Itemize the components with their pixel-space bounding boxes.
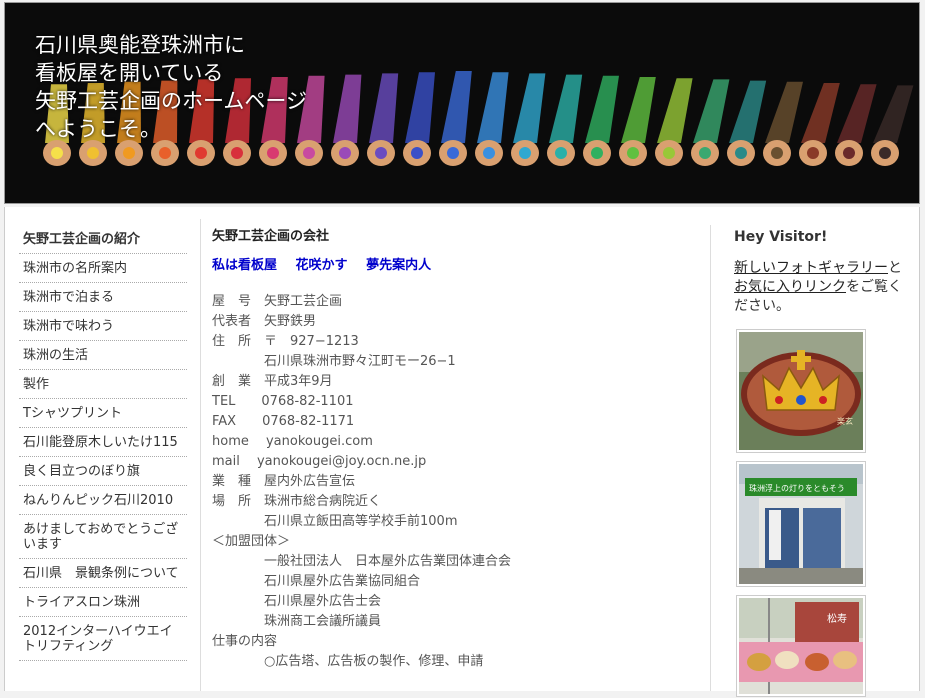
pencil bbox=[331, 74, 362, 166]
main-content-area: 矢野工芸企画の紹介 珠洲市の名所案内 珠洲市で泊まる 珠洲市で味わう 珠洲の生活… bbox=[4, 207, 920, 697]
pencil bbox=[403, 72, 435, 166]
pencil bbox=[763, 81, 803, 166]
sidebar-item-flags[interactable]: 良く目立つのぼり旗 bbox=[19, 457, 187, 486]
pencil bbox=[367, 73, 399, 166]
gallery-photo-storefront[interactable]: 珠洲浮上の灯りをともそう bbox=[736, 461, 866, 587]
sidebar-item-life[interactable]: 珠洲の生活 bbox=[19, 341, 187, 370]
info-line: home yanokougei.com bbox=[212, 434, 373, 449]
info-line: 珠洲商工会議所議員 bbox=[212, 614, 382, 629]
info-line: 屋 号 矢野工芸企画 bbox=[212, 294, 343, 309]
sidebar-item-landscape[interactable]: 石川県 景観条例について bbox=[19, 559, 187, 588]
pencil bbox=[799, 83, 840, 166]
sidebar-item-nenrin[interactable]: ねんりんピック石川2010 bbox=[19, 486, 187, 515]
pencil bbox=[475, 72, 509, 166]
pencil bbox=[691, 79, 730, 166]
welcome-line-1: 石川県奥能登珠洲市に bbox=[35, 33, 245, 57]
sidebar-nav: 矢野工芸企画の紹介 珠洲市の名所案内 珠洲市で泊まる 珠洲市で味わう 珠洲の生活… bbox=[19, 225, 187, 661]
site-welcome-title: 石川県奥能登珠洲市に 看板屋を開いている 矢野工芸企画のホームページ へようこそ… bbox=[35, 31, 307, 143]
info-line: 代表者 矢野鉄男 bbox=[212, 314, 317, 329]
sidebar-item-company-intro[interactable]: 矢野工芸企画の紹介 bbox=[19, 225, 187, 254]
sidebar-item-sightseeing[interactable]: 珠洲市の名所案内 bbox=[19, 254, 187, 283]
visitor-text-and: と bbox=[888, 260, 902, 276]
gallery-photo-sweets-sign[interactable]: 松寿 bbox=[736, 595, 866, 697]
shop-banner-text: 珠洲浮上の灯りをともそう bbox=[749, 483, 845, 493]
pencil bbox=[727, 80, 767, 166]
gallery-photo-crown-sign[interactable]: 楽玄 bbox=[736, 329, 866, 453]
photo-gallery-link[interactable]: 新しいフォトギャラリー bbox=[734, 260, 888, 276]
link-yumesaki[interactable]: 夢先案内人 bbox=[366, 258, 431, 273]
sidebar-item-production[interactable]: 製作 bbox=[19, 370, 187, 399]
info-line: 一般社団法人 日本屋外広告業団体連合会 bbox=[212, 554, 512, 569]
info-line: 石川県珠洲市野々江町モー26−1 bbox=[212, 354, 456, 369]
sidebar-item-new-year[interactable]: あけましておめでとうございます bbox=[19, 515, 187, 559]
pencil bbox=[871, 85, 914, 166]
info-line: 石川県屋外広告業協同組合 bbox=[212, 574, 421, 589]
welcome-line-3: 矢野工芸企画のホームページ bbox=[35, 89, 307, 113]
info-line: TEL 0768-82-1101 bbox=[212, 394, 354, 409]
visitor-title: Hey Visitor! bbox=[734, 229, 828, 245]
favorite-links-link[interactable]: お気に入りリンク bbox=[734, 279, 846, 295]
sweets-sign-image: 松寿 bbox=[739, 598, 863, 694]
info-line: ○広告塔、広告板の製作、修理、申請 bbox=[212, 654, 484, 669]
sidebar-item-triathlon[interactable]: トライアスロン珠洲 bbox=[19, 588, 187, 617]
link-kanban[interactable]: 私は看板屋 bbox=[212, 258, 277, 273]
sidebar-item-food[interactable]: 珠洲市で味わう bbox=[19, 312, 187, 341]
pencil bbox=[655, 78, 693, 166]
pencil bbox=[547, 74, 583, 166]
pencil bbox=[619, 77, 656, 166]
info-line: mail yanokougei@joy.ocn.ne.jp bbox=[212, 454, 427, 469]
info-line: 住 所 〒 927−1213 bbox=[212, 334, 359, 349]
content-links: 私は看板屋 花咲かす 夢先案内人 bbox=[212, 258, 692, 274]
info-line: 場 所 珠洲市総合病院近く bbox=[212, 494, 382, 509]
info-line: 業 種 屋内外広告宣伝 bbox=[212, 474, 356, 489]
info-line: ＜加盟団体＞ bbox=[212, 534, 291, 549]
welcome-line-2: 看板屋を開いている bbox=[35, 61, 224, 85]
info-line: 創 業 平成3年9月 bbox=[212, 374, 333, 389]
info-line: 仕事の内容 bbox=[212, 634, 278, 649]
pencil bbox=[835, 84, 877, 166]
info-line: 石川県屋外広告士会 bbox=[212, 594, 382, 609]
link-hanasakasu[interactable]: 花咲かす bbox=[296, 258, 348, 273]
sidebar-item-tshirt[interactable]: Tシャツプリント bbox=[19, 399, 187, 428]
sidebar-item-shiitake[interactable]: 石川能登原木しいたけ115 bbox=[19, 428, 187, 457]
sidebar-item-stay[interactable]: 珠洲市で泊まる bbox=[19, 283, 187, 312]
info-line: 石川県立飯田高等学校手前100m bbox=[212, 514, 458, 529]
pencil bbox=[511, 73, 546, 166]
company-details: 屋 号 矢野工芸企画 代表者 矢野鉄男 住 所 〒 927−1213 石川県珠洲… bbox=[212, 292, 692, 672]
visitor-text: 新しいフォトギャラリーとお気に入りリンクをご覧ください。 bbox=[734, 259, 909, 316]
sign-text: 楽玄 bbox=[837, 416, 853, 426]
column-divider-left bbox=[200, 219, 201, 691]
visitor-panel: Hey Visitor! 新しいフォトギャラリーとお気に入りリンクをご覧ください… bbox=[734, 229, 909, 316]
info-line: FAX 0768-82-1171 bbox=[212, 414, 355, 429]
pencil bbox=[439, 71, 472, 166]
sidebar-item-weightlifting[interactable]: 2012インターハイウエイトリフティング bbox=[19, 617, 187, 661]
crown-sign-image: 楽玄 bbox=[739, 332, 863, 450]
company-info: 矢野工芸企画の会社 私は看板屋 花咲かす 夢先案内人 屋 号 矢野工芸企画 代表… bbox=[212, 229, 692, 672]
welcome-line-4: へようこそ。 bbox=[35, 117, 161, 141]
pencil bbox=[583, 75, 619, 166]
storefront-image: 珠洲浮上の灯りをともそう bbox=[739, 464, 863, 584]
company-info-title: 矢野工芸企画の会社 bbox=[212, 229, 330, 244]
header-banner: 石川県奥能登珠洲市に 看板屋を開いている 矢野工芸企画のホームページ へようこそ… bbox=[4, 2, 920, 204]
column-divider-right bbox=[710, 225, 711, 691]
sweets-sign-text: 松寿 bbox=[827, 612, 847, 625]
